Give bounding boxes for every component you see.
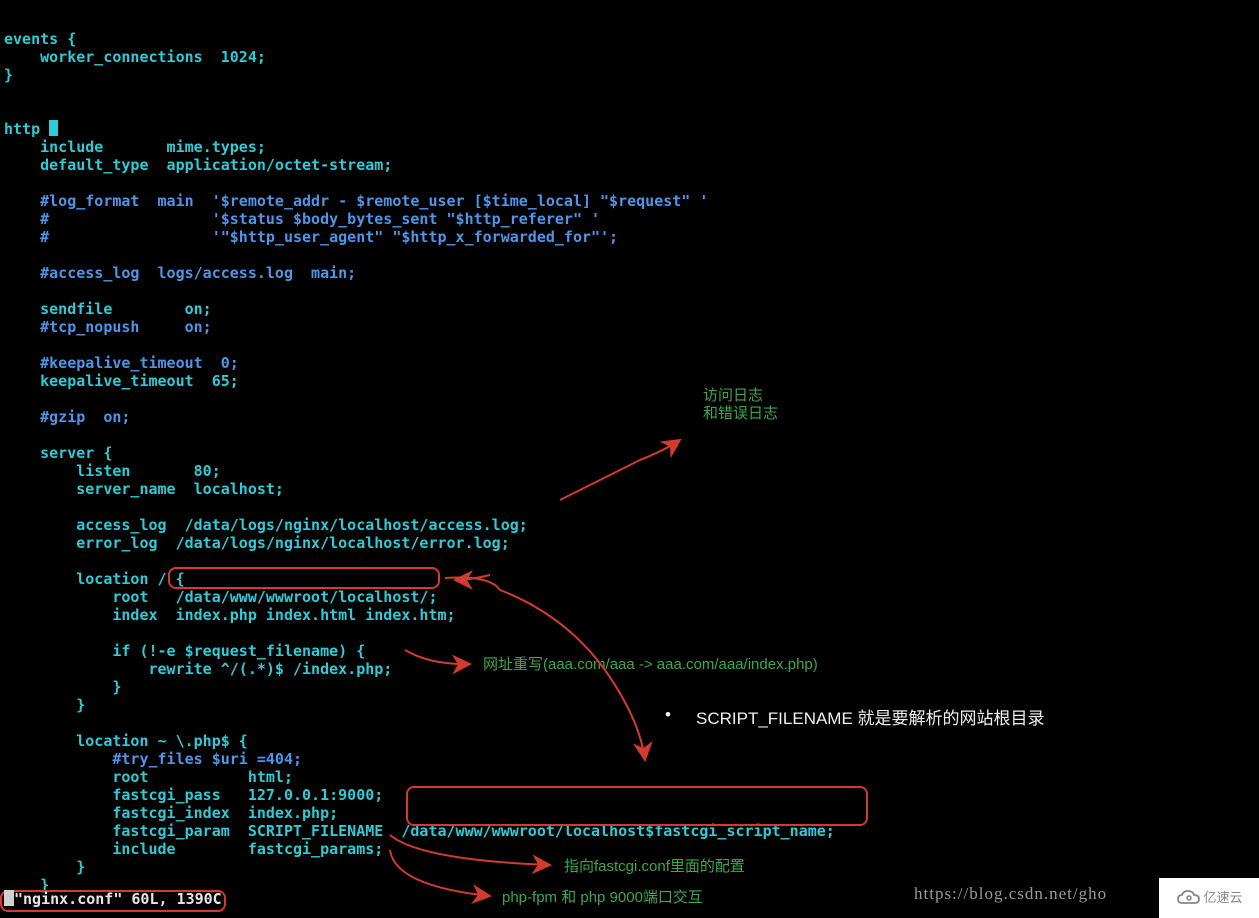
vim-status-line: "nginx.conf" 60L, 1390C [4,890,222,908]
code-line: http [4,120,58,138]
annotation-phpfpm: php-fpm 和 php 9000端口交互 [502,889,703,907]
code-line: index index.php index.html index.htm; [4,606,456,624]
annotation-access-log-2: 和错误日志 [703,405,778,423]
code-line: worker_connections 1024; [4,48,266,66]
code-line: root html; [4,768,293,786]
code-line: } [4,858,85,876]
code-line: events { [4,30,76,48]
code-line: #gzip on; [4,408,130,426]
code-line: #keepalive_timeout 0; [4,354,239,372]
highlight-script-filename [406,786,868,826]
code-line: error_log /data/logs/nginx/localhost/err… [4,534,510,552]
code-line: # '"$http_user_agent" "$http_x_forwarded… [4,228,618,246]
code-line: } [4,66,13,84]
source-url: https://blog.csdn.net/gho [914,885,1107,903]
code-line: server { [4,444,112,462]
code-line: location ~ \.php$ { [4,732,248,750]
code-line: server_name localhost; [4,480,284,498]
code-line: default_type application/octet-stream; [4,156,392,174]
code-line: #access_log logs/access.log main; [4,264,356,282]
watermark-text: 亿速云 [1203,889,1242,907]
code-line: #tcp_nopush on; [4,318,212,336]
code-line: sendfile on; [4,300,212,318]
annotation-access-log-1: 访问日志 [703,387,763,405]
code-line: # '$status $body_bytes_sent "$http_refer… [4,210,600,228]
watermark: 亿速云 [1159,878,1259,918]
code-line: root /data/www/wwwroot/localhost/; [4,588,437,606]
code-line: if (!-e $request_filename) { [4,642,365,660]
nginx-config-code: events { worker_connections 1024; } http… [4,12,835,894]
code-line: } [4,696,85,714]
code-line: fastcgi_pass 127.0.0.1:9000; [4,786,383,804]
annotation-fastcgi-conf: 指向fastcgi.conf里面的配置 [564,858,745,876]
code-line: fastcgi_index index.php; [4,804,338,822]
code-line: #log_format main '$remote_addr - $remote… [4,192,708,210]
code-line: include fastcgi_params; [4,840,383,858]
code-line: #try_files $uri =404; [4,750,302,768]
code-line: rewrite ^/(.*)$ /index.php; [4,660,392,678]
code-line: access_log /data/logs/nginx/localhost/ac… [4,516,528,534]
cloud-icon [1175,888,1203,908]
code-line: } [4,678,121,696]
annotation-script-filename: SCRIPT_FILENAME 就是要解析的网站根目录 [696,710,1045,728]
highlight-root-path [168,567,440,589]
annotation-rewrite: 网址重写(aaa.com/aaa -> aaa.com/aaa/index.ph… [483,656,818,674]
code-line: location / { [4,570,185,588]
code-line: include mime.types; [4,138,266,156]
code-line: listen 80; [4,462,221,480]
cursor [49,120,58,136]
code-line: keepalive_timeout 65; [4,372,239,390]
bullet-icon: • [665,706,671,724]
